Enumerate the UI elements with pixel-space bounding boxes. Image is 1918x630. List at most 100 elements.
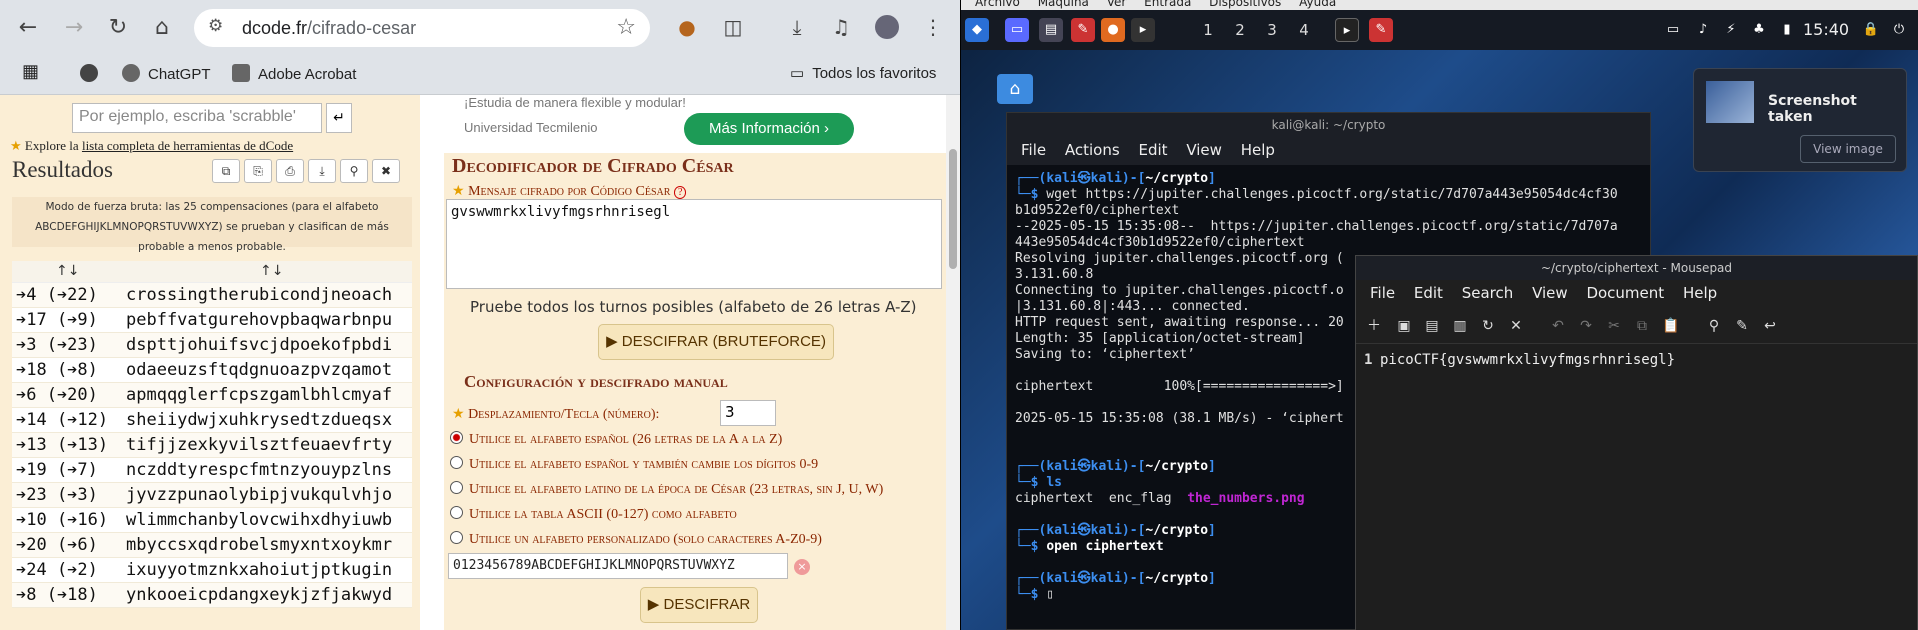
table-row[interactable]: ➔19 (➔7) nczddtyrespcfmtnzyouypzlns xyxy=(12,458,412,483)
decrypt-button[interactable]: ▶ DESCIFRAR xyxy=(640,587,758,623)
forward-icon[interactable]: → xyxy=(58,12,90,44)
workspace-1[interactable]: 1 xyxy=(1197,18,1219,42)
table-row[interactable]: ➔24 (➔2) ixuyyotmznkxahoiutjptkugin xyxy=(12,558,412,583)
apps-grid-icon[interactable]: ▦ xyxy=(22,61,39,82)
tools-list-link[interactable]: lista completa de herramientas de dCode xyxy=(82,138,293,153)
file-manager-icon[interactable]: ▤ xyxy=(1039,18,1063,42)
vm-menu-maquina[interactable]: Máquina xyxy=(1038,0,1089,9)
mp-menu-edit[interactable]: Edit xyxy=(1414,284,1443,302)
cookie-extension-icon[interactable]: ● xyxy=(672,12,702,42)
mp-menu-help[interactable]: Help xyxy=(1683,284,1717,302)
close-icon[interactable]: ✖ xyxy=(372,159,400,183)
site-info-icon[interactable]: ⚙ xyxy=(208,16,223,36)
vm-menu-ver[interactable]: Ver xyxy=(1107,0,1127,9)
help-icon[interactable]: ? xyxy=(673,186,687,199)
profile-avatar[interactable] xyxy=(872,12,902,42)
mp-menu-search[interactable]: Search xyxy=(1462,284,1514,302)
power-icon[interactable]: ⏻ xyxy=(1887,18,1911,42)
table-row[interactable]: ➔18 (➔8) odaeeuzsftqdgnuoazpvzqamot xyxy=(12,358,412,383)
file-content[interactable]: picoCTF{gvswwmrkxlivyfmgsrhnrisegl} xyxy=(1380,352,1675,368)
menu-kebab-icon[interactable]: ⋮ xyxy=(918,12,948,42)
table-row[interactable]: ➔23 (➔3) jyvzzpunaolybipjvukqulvhjo xyxy=(12,483,412,508)
table-row[interactable]: ➔6 (➔20) apmqqglerfcpszgamlbhlcmyaf xyxy=(12,383,412,408)
media-icon[interactable]: ♫ xyxy=(826,12,856,42)
term-menu-help[interactable]: Help xyxy=(1241,141,1275,159)
back-icon[interactable]: ← xyxy=(12,12,44,44)
mp-menu-document[interactable]: Document xyxy=(1586,284,1664,302)
open-file-icon[interactable]: ▣ xyxy=(1396,318,1412,334)
search-button[interactable]: ↵ xyxy=(326,103,352,133)
vm-menu-dispositivos[interactable]: Dispositivos xyxy=(1209,0,1281,9)
table-row[interactable]: ➔20 (➔6) mbyccsxqdrobelsmyxntxoykmr xyxy=(12,533,412,558)
workspace-2[interactable]: 2 xyxy=(1229,18,1251,42)
copy-icon[interactable]: ⧉ xyxy=(1634,318,1650,334)
table-row[interactable]: ➔17 (➔9) pebffvatgurehovpbaqwarbnpu xyxy=(12,308,412,333)
goto-icon[interactable]: ↩ xyxy=(1762,318,1778,334)
radio-custom-alphabet[interactable]: Utilice un alfabeto personalizado (solo … xyxy=(450,531,822,548)
address-bar[interactable]: ⚙ dcode.fr/cifrado-cesar ☆ xyxy=(194,9,650,47)
copy-all-icon[interactable]: ⎘ xyxy=(244,159,272,183)
reload-icon[interactable]: ↻ xyxy=(1480,318,1496,334)
paste-icon[interactable]: 📋 xyxy=(1662,318,1679,334)
term-menu-actions[interactable]: Actions xyxy=(1065,141,1120,159)
table-row[interactable]: ➔8 (➔18) ynkooeicpdangxeykjzfjakwyd xyxy=(12,583,412,608)
home-icon[interactable]: ⌂ xyxy=(146,12,178,44)
ad-more-info-button[interactable]: Más Información › xyxy=(684,113,854,145)
undo-icon[interactable]: ↶ xyxy=(1550,318,1566,334)
text-editor-icon[interactable]: ✎ xyxy=(1071,18,1095,42)
download-icon[interactable]: ⤓ xyxy=(782,12,812,42)
save-as-icon[interactable]: ▥ xyxy=(1452,318,1468,334)
bookmark-adobe-acrobat[interactable]: Adobe Acrobat xyxy=(232,64,356,83)
extensions-icon[interactable]: ◫ xyxy=(718,12,748,42)
network-icon[interactable]: ⚡ xyxy=(1719,18,1743,42)
mp-menu-file[interactable]: File xyxy=(1370,284,1395,302)
table-row[interactable]: ➔10 (➔16) wlimmchanbylovcwihxdhyiuwb xyxy=(12,508,412,533)
table-row[interactable]: ➔13 (➔13) tifjjzexkyvilsztfeuaevfrty xyxy=(12,433,412,458)
vm-menu-entrada[interactable]: Entrada xyxy=(1144,0,1191,9)
cipher-message-input[interactable]: gvswwmrkxlivyfmgsrhnrisegl xyxy=(446,199,942,289)
terminal-icon[interactable]: ▸ xyxy=(1131,18,1155,42)
firefox-icon[interactable]: ● xyxy=(1101,18,1125,42)
notification-icon[interactable]: ♣ xyxy=(1747,18,1771,42)
save-icon[interactable]: ▤ xyxy=(1424,318,1440,334)
show-desktop-icon[interactable]: ▭ xyxy=(1005,18,1029,42)
radio-spanish-digits[interactable]: Utilice el alfabeto español y también ca… xyxy=(450,456,818,473)
search-input[interactable]: Por ejemplo, escriba 'scrabble' xyxy=(72,103,322,133)
term-menu-file[interactable]: File xyxy=(1021,141,1046,159)
taskbar-mousepad[interactable]: ✎ xyxy=(1369,18,1393,42)
bruteforce-button[interactable]: ▶ DESCIFRAR (BRUTEFORCE) xyxy=(598,324,834,360)
radio-ascii[interactable]: Utilice la tabla ASCII (0-127) como alfa… xyxy=(450,506,737,523)
table-row[interactable]: ➔3 (➔23) dspttjohuifsvcjdpoekofpbdi xyxy=(12,333,412,358)
lock-icon[interactable]: 🔒 xyxy=(1859,18,1883,42)
find-icon[interactable]: ⚲ xyxy=(1706,318,1722,334)
reload-icon[interactable]: ↻ xyxy=(102,12,134,44)
taskbar-terminal[interactable]: ▸ xyxy=(1335,18,1359,42)
bookmark-chatgpt[interactable]: ChatGPT xyxy=(122,64,211,83)
new-file-icon[interactable]: ＋ xyxy=(1366,318,1382,334)
table-row[interactable]: ➔4 (➔22) crossingtherubicondjneoach xyxy=(12,283,412,308)
copy-icon[interactable]: ⧉ xyxy=(212,159,240,183)
kali-menu-icon[interactable]: ◆ xyxy=(965,18,989,42)
page-scrollbar[interactable] xyxy=(946,95,960,630)
pin-icon[interactable]: ⚲ xyxy=(340,159,368,183)
mousepad-editor[interactable]: 1 picoCTF{gvswwmrkxlivyfmgsrhnrisegl} xyxy=(1356,344,1917,630)
vm-menu-archivo[interactable]: Archivo xyxy=(975,0,1020,9)
redo-icon[interactable]: ↷ xyxy=(1578,318,1594,334)
close-icon[interactable]: ✕ xyxy=(1508,318,1524,334)
radio-latin-alphabet[interactable]: Utilice el alfabeto latino de la época d… xyxy=(450,481,883,498)
view-image-button[interactable]: View image xyxy=(1800,135,1896,163)
scroll-thumb[interactable] xyxy=(949,149,957,269)
workspace-3[interactable]: 3 xyxy=(1261,18,1283,42)
download-results-icon[interactable]: ⤓ xyxy=(308,159,336,183)
volume-icon[interactable]: ♪ xyxy=(1691,18,1715,42)
vm-menu-ayuda[interactable]: Ayuda xyxy=(1299,0,1336,9)
replace-icon[interactable]: ✎ xyxy=(1734,318,1750,334)
term-menu-edit[interactable]: Edit xyxy=(1138,141,1167,159)
bookmark-star-icon[interactable]: ☆ xyxy=(616,15,636,40)
window-icon[interactable]: ▭ xyxy=(1661,18,1685,42)
mousepad-window[interactable]: ~/crypto/ciphertext - Mousepad File Edit… xyxy=(1355,255,1918,630)
desktop-home-icon[interactable]: ⌂ xyxy=(997,74,1033,104)
all-bookmarks[interactable]: ▭ Todos los favoritos xyxy=(790,64,936,82)
workspace-4[interactable]: 4 xyxy=(1293,18,1315,42)
sort-shift-column[interactable]: ↑↓ xyxy=(56,263,79,279)
